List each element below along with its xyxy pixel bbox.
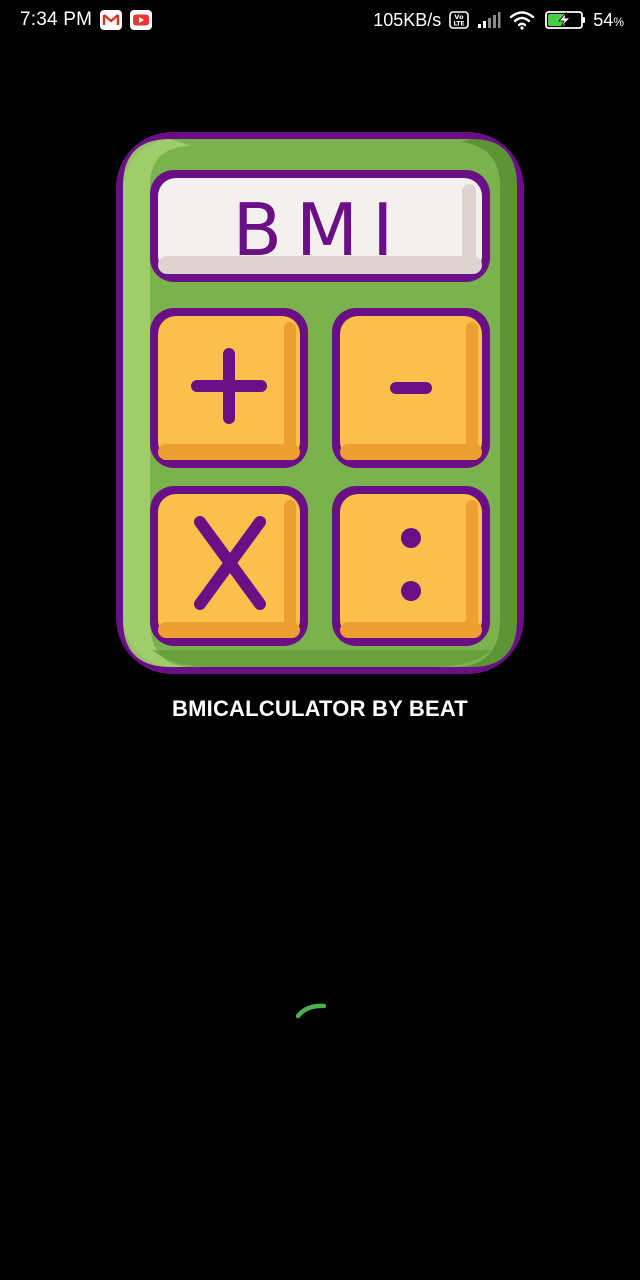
status-bar-right: 105KB/s Vo LTE 54% — [373, 10, 624, 31]
app-name-label: BMICALCULATOR BY BEAT — [172, 696, 468, 721]
youtube-icon — [130, 10, 153, 30]
multiply-key-icon — [150, 486, 308, 646]
status-bar: 7:34 PM 105KB/s Vo LTE 54% — [0, 0, 640, 40]
signal-icon — [477, 11, 501, 29]
loading-spinner-icon — [291, 995, 349, 1053]
plus-key-icon — [150, 308, 308, 468]
minus-key-icon — [332, 308, 490, 468]
battery-charging-icon — [543, 10, 586, 30]
battery-percent-value: 54 — [593, 9, 614, 30]
status-time: 7:34 PM — [20, 9, 93, 30]
network-speed: 105KB/s — [373, 9, 442, 30]
battery-percent-unit: % — [613, 14, 624, 29]
divide-key-icon — [332, 486, 490, 646]
gmail-icon — [100, 10, 123, 30]
app-logo: BMI — [112, 128, 528, 678]
logo-display-text: BMI — [233, 188, 408, 272]
volte-icon: Vo LTE — [449, 11, 470, 29]
splash-screen: 7:34 PM 105KB/s Vo LTE 54% BMI BMICALCUL… — [0, 0, 640, 1280]
calculator-icon: BMI — [116, 132, 524, 674]
battery-percent: 54% — [593, 10, 624, 31]
wifi-icon — [509, 10, 535, 30]
status-bar-left: 7:34 PM — [20, 9, 153, 31]
volte-label-bottom: LTE — [454, 21, 465, 28]
